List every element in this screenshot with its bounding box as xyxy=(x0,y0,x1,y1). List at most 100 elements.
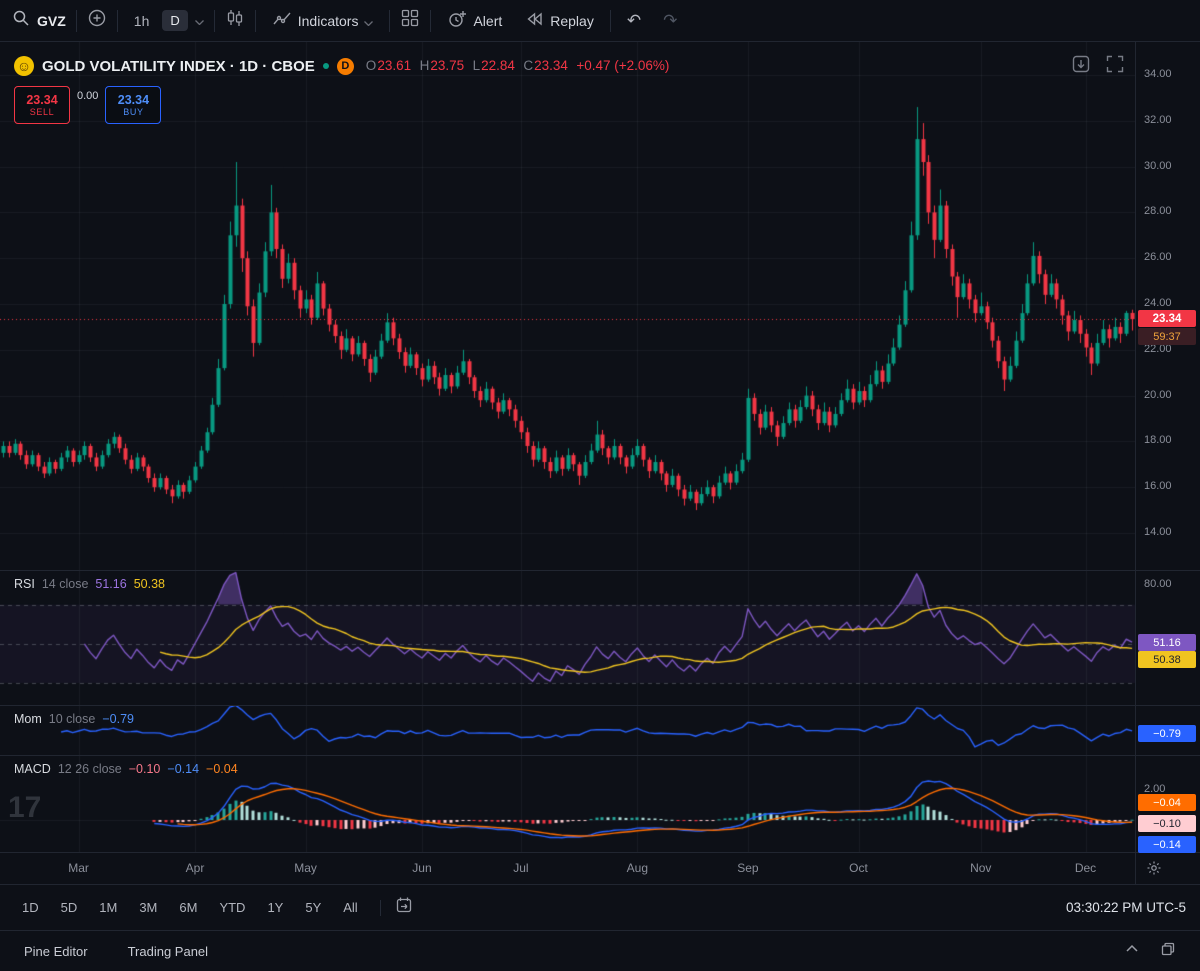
price-pane: ☺ GOLD VOLATILITY INDEX · 1D · CBOE D O2… xyxy=(0,42,1135,570)
macd-signal-badge: −0.04 xyxy=(1138,794,1196,811)
tradingview-app: GVZ 1h D Indicators Alert Replay ↶ ↷ ☺ G… xyxy=(0,0,1200,971)
axis-tick-label: 28.00 xyxy=(1144,205,1172,218)
axis-tick-label: 80.00 xyxy=(1144,578,1172,590)
replay-label: Replay xyxy=(550,12,594,29)
axis-tick-label: 18.00 xyxy=(1144,434,1172,447)
sell-price: 23.34 xyxy=(26,92,58,107)
indicators-icon xyxy=(272,9,292,32)
range-ytd[interactable]: YTD xyxy=(219,900,245,915)
alert-button[interactable]: Alert xyxy=(441,5,508,36)
undo-icon[interactable]: ↶ xyxy=(621,7,647,35)
macd-hist-value: −0.10 xyxy=(128,762,161,776)
change-value: +0.47 (+2.06%) xyxy=(576,58,670,73)
macd-name: MACD xyxy=(14,762,51,776)
fullscreen-icon[interactable] xyxy=(1105,54,1125,79)
rsi-name: RSI xyxy=(14,577,35,591)
replay-icon xyxy=(524,9,544,32)
range-1y[interactable]: 1Y xyxy=(267,900,283,915)
range-1d[interactable]: 1D xyxy=(22,900,39,915)
price-scale-border xyxy=(1135,42,1136,884)
time-axis-month-label: Nov xyxy=(970,861,992,875)
range-all[interactable]: All xyxy=(343,900,357,915)
symbol-legend: ☺ GOLD VOLATILITY INDEX · 1D · CBOE D O2… xyxy=(14,56,669,76)
symbol-search-button[interactable]: GVZ xyxy=(37,13,66,29)
range-6m[interactable]: 6M xyxy=(179,900,197,915)
axis-tick-label: 26.00 xyxy=(1144,251,1172,264)
top-toolbar: GVZ 1h D Indicators Alert Replay ↶ ↷ xyxy=(0,0,1200,42)
symbol-logo: ☺ xyxy=(14,56,34,76)
toolbar-separator xyxy=(389,9,391,32)
momentum-chart-canvas[interactable] xyxy=(0,705,1135,755)
go-to-date-icon[interactable] xyxy=(395,896,413,919)
buy-button[interactable]: 23.34 BUY xyxy=(105,86,162,124)
add-symbol-icon[interactable] xyxy=(87,8,107,33)
momentum-params: 10 close xyxy=(48,712,96,726)
time-scale[interactable]: Mar Apr May Jun Jul Aug Sep Oct Nov Dec xyxy=(0,852,1200,884)
replay-button[interactable]: Replay xyxy=(518,5,600,36)
momentum-value: −0.79 xyxy=(102,712,134,726)
rsi-legend[interactable]: RSI 14 close 51.16 50.38 xyxy=(14,577,165,591)
macd-params: 12 26 close xyxy=(57,762,122,776)
time-axis-month-label: Jun xyxy=(412,861,432,875)
momentum-name: Mom xyxy=(14,712,42,726)
axis-tick-label: 16.00 xyxy=(1144,480,1172,493)
range-row-top-border xyxy=(0,884,1200,885)
range-5d[interactable]: 5D xyxy=(61,900,78,915)
layout-grid-icon[interactable] xyxy=(400,8,420,33)
close-value: 23.34 xyxy=(534,58,568,73)
macd-line-value: −0.14 xyxy=(167,762,200,776)
buy-label: BUY xyxy=(123,107,144,118)
restore-panel-icon[interactable] xyxy=(1160,941,1176,962)
axis-tick-label: 20.00 xyxy=(1144,388,1172,401)
range-5y[interactable]: 5Y xyxy=(305,900,321,915)
clock-timezone-button[interactable]: 03:30:22 PM UTC-5 xyxy=(1066,900,1186,915)
search-icon[interactable] xyxy=(12,9,30,32)
sell-button[interactable]: 23.34 SELL xyxy=(14,86,70,124)
alert-clock-icon xyxy=(447,9,467,32)
redo-icon[interactable]: ↷ xyxy=(657,7,683,35)
date-range-toolbar: 1D 5D 1M 3M 6M YTD 1Y 5Y All 03:30:22 PM… xyxy=(0,885,1200,930)
bar-countdown-badge: 59:37 xyxy=(1138,328,1196,345)
toolbar-separator xyxy=(254,9,256,32)
axis-tick-label: 34.00 xyxy=(1144,68,1172,80)
interval-1h-button[interactable]: 1h xyxy=(128,9,156,33)
pane-separator[interactable] xyxy=(0,755,1200,756)
current-price-badge: 23.34 xyxy=(1138,310,1196,327)
time-axis-month-label: Dec xyxy=(1074,861,1097,875)
chevron-down-icon[interactable] xyxy=(194,12,204,30)
trade-buttons: 23.34 SELL 0.00 23.34 BUY xyxy=(14,86,162,124)
indicators-label: Indicators xyxy=(297,12,359,29)
time-axis-month-label: Apr xyxy=(185,861,205,875)
pane-separator[interactable] xyxy=(0,705,1200,706)
price-chart-canvas[interactable] xyxy=(0,42,1135,570)
range-separator xyxy=(379,899,381,916)
delayed-data-badge: D xyxy=(336,57,354,75)
expand-panel-icon[interactable] xyxy=(1124,941,1140,962)
scroll-to-recent-icon[interactable] xyxy=(1071,54,1091,79)
price-scale[interactable]: 23.34 59:37 51.16 50.38 −0.79 −0.04 −0.1… xyxy=(1135,0,1200,884)
rsi-chart-canvas[interactable] xyxy=(0,570,1135,705)
interval-daily-button[interactable]: D xyxy=(162,10,188,31)
macd-hist-badge: −0.10 xyxy=(1138,815,1196,832)
time-axis-month-label: Jul xyxy=(513,861,529,875)
axis-tick-label: 24.00 xyxy=(1144,297,1172,309)
low-label: L xyxy=(472,58,481,73)
rsi-params: 14 close xyxy=(41,577,89,591)
axis-tick-label: 30.00 xyxy=(1144,159,1172,172)
tradingview-watermark: 17 xyxy=(8,791,42,824)
range-1m[interactable]: 1M xyxy=(99,900,117,915)
trading-panel-tab[interactable]: Trading Panel xyxy=(128,944,208,959)
pane-separator[interactable] xyxy=(0,570,1200,571)
rsi-ma-value: 50.38 xyxy=(133,577,165,591)
rsi-pane: RSI 14 close 51.16 50.38 xyxy=(0,570,1135,705)
symbol-title[interactable]: GOLD VOLATILITY INDEX · 1D · CBOE xyxy=(42,58,315,75)
indicators-button[interactable]: Indicators xyxy=(266,5,380,36)
momentum-legend[interactable]: Mom 10 close −0.79 xyxy=(14,712,134,726)
pine-editor-tab[interactable]: Pine Editor xyxy=(24,944,88,959)
toolbar-separator xyxy=(430,9,432,32)
chart-style-icon[interactable] xyxy=(225,8,245,33)
close-label: C xyxy=(523,58,534,73)
rsi-value: 51.16 xyxy=(95,577,127,591)
macd-legend[interactable]: MACD 12 26 close −0.10 −0.14 −0.04 xyxy=(14,762,238,776)
range-3m[interactable]: 3M xyxy=(139,900,157,915)
